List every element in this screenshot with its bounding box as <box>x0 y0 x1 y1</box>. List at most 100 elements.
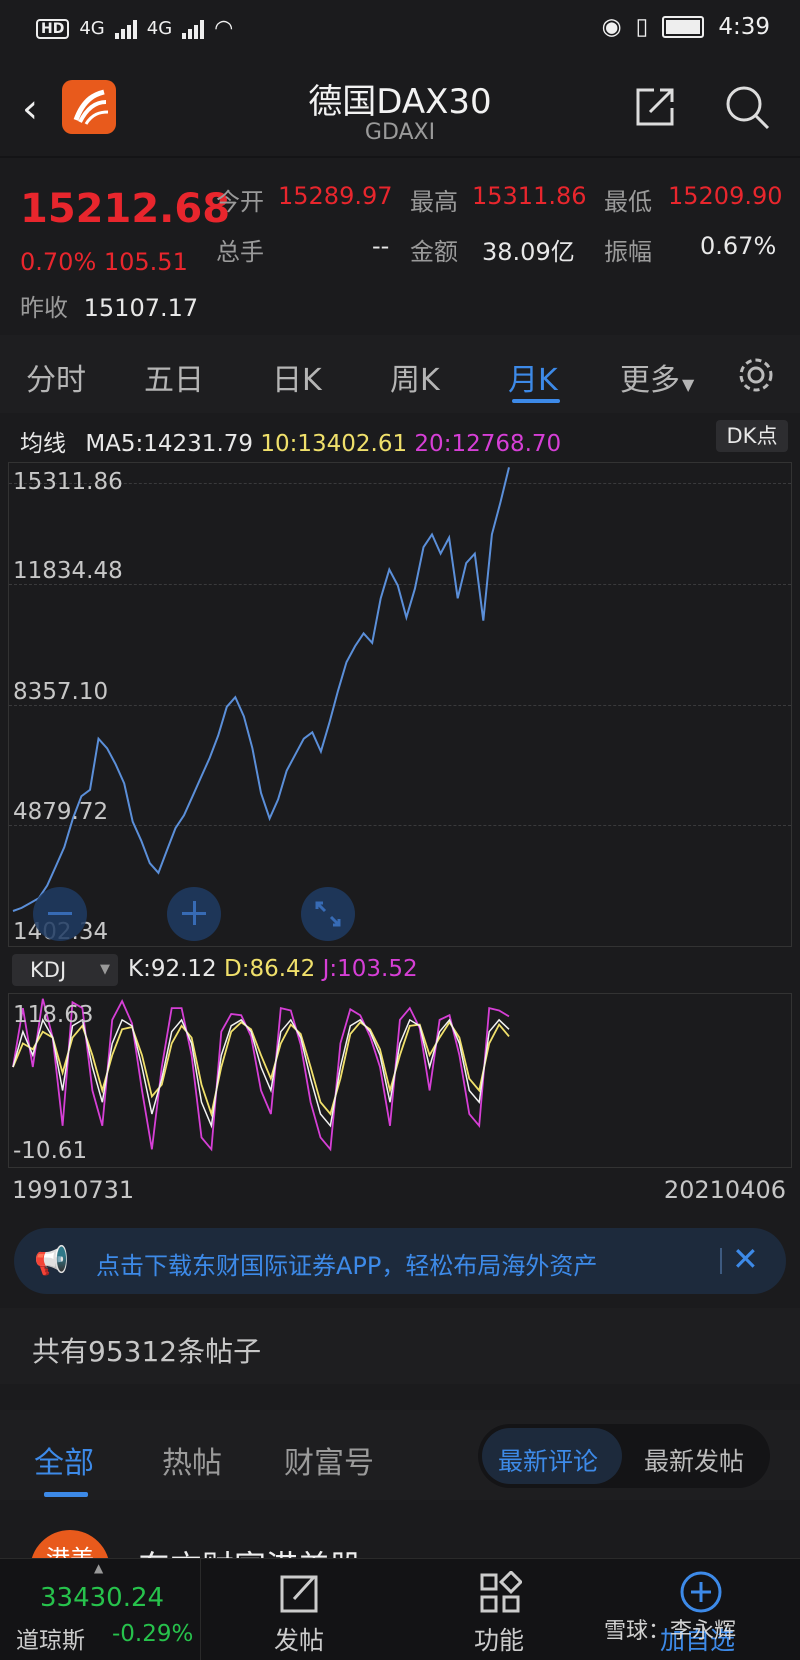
plus-icon-vertical <box>193 901 196 925</box>
banner-divider <box>720 1248 722 1274</box>
caret-up-icon: ▲ <box>94 1561 104 1575</box>
index-value: 33430.24 <box>40 1583 165 1613</box>
ma-label: 均线 <box>20 431 66 457</box>
y-tick: 15311.86 <box>13 469 123 495</box>
indicator-selector-label: KDJ <box>30 958 67 982</box>
post-tab-indicator <box>44 1492 88 1497</box>
clock: 4:39 <box>718 14 770 40</box>
battery-icon <box>662 16 705 38</box>
wifi-icon: ◠ <box>214 16 234 41</box>
active-tab-indicator <box>512 399 560 403</box>
tab-intraday[interactable]: 分时 <box>26 355 86 399</box>
kdj-top-tick: 118.63 <box>13 1002 94 1028</box>
download-banner[interactable]: 📢 点击下载东财国际证券APP，轻松布局海外资产 ✕ <box>14 1228 786 1294</box>
index-ticker[interactable]: ▲ 33430.24 道琼斯 -0.29% <box>0 1559 200 1660</box>
post-button[interactable]: 发帖 <box>250 1559 350 1660</box>
signal-icon <box>114 19 137 39</box>
kdj-bottom-tick: -10.61 <box>13 1138 88 1164</box>
prev-close-value: 15107.17 <box>83 294 199 322</box>
tab-wealth[interactable]: 财富号 <box>284 1438 374 1482</box>
grid-icon <box>480 1571 522 1613</box>
tab-monthly-k[interactable]: 月K <box>508 355 558 399</box>
banner-text: 点击下载东财国际证券APP，轻松布局海外资产 <box>96 1252 598 1280</box>
y-tick: 11834.48 <box>13 558 123 584</box>
post-tabs: 全部 热帖 财富号 最新评论 最新发帖 <box>0 1410 800 1500</box>
caret-down-icon: ▼ <box>682 375 695 394</box>
functions-label: 功能 <box>474 1626 525 1655</box>
period-tabs: 分时 五日 日K 周K 月K 更多 ▼ <box>0 335 800 413</box>
network-type-2: 4G <box>146 18 173 39</box>
edit-icon <box>280 1575 318 1613</box>
signal-icon-2 <box>182 19 205 39</box>
amount-value: 38.09亿 <box>482 238 575 266</box>
fullscreen-button[interactable] <box>301 887 355 941</box>
search-icon[interactable] <box>724 84 772 132</box>
ma-legend: 均线 MA5:14231.79 10:13402.61 20:12768.70 <box>20 424 561 458</box>
feed-item[interactable]: 港美 东方财富港美股 <box>0 1504 800 1564</box>
k-value: K:92.12 <box>128 956 217 982</box>
start-date: 19910731 <box>12 1176 135 1204</box>
footer-divider <box>200 1559 201 1660</box>
kdj-k-line <box>12 1017 510 1129</box>
kdj-lines-svg <box>12 998 510 1152</box>
low-label: 最低 <box>604 188 652 216</box>
amp-value: 0.67% <box>700 232 777 260</box>
ma20-value: 20:12768.70 <box>414 431 562 457</box>
tab-five-day[interactable]: 五日 <box>144 355 204 399</box>
amp-label: 振幅 <box>604 238 652 266</box>
end-date: 20210406 <box>663 1176 786 1204</box>
share-icon[interactable] <box>634 86 674 126</box>
tab-weekly-k[interactable]: 周K <box>390 355 440 399</box>
eye-icon: ◉ <box>601 14 622 40</box>
zoom-in-button[interactable] <box>167 887 221 941</box>
y-tick: 8357.10 <box>13 679 109 705</box>
tab-daily-k[interactable]: 日K <box>272 355 322 399</box>
prev-close-label: 昨收 <box>20 294 68 322</box>
ma5-value: MA5:14231.79 <box>85 431 254 457</box>
status-bar: HD 4G 4G ◠ ◉ ▯ 4:39 <box>0 0 800 60</box>
settings-icon[interactable] <box>736 355 776 399</box>
price-line-svg <box>12 467 510 912</box>
expand-icon <box>315 901 341 927</box>
high-label: 最高 <box>410 188 458 216</box>
volume-label: 总手 <box>216 238 264 266</box>
high-value: 15311.86 <box>472 182 587 210</box>
kdj-chart: 118.63 -10.61 <box>8 993 792 1168</box>
index-name: 道琼斯 <box>16 1628 85 1654</box>
low-value: 15209.90 <box>668 182 783 210</box>
dk-point-button[interactable]: DK点 <box>716 420 788 452</box>
open-label: 今开 <box>216 188 264 216</box>
current-price: 15212.68 <box>20 186 231 232</box>
price-change: 0.70% 105.51 <box>20 248 188 276</box>
caret-down-icon: ▼ <box>100 962 110 977</box>
price-chart: 15311.86 11834.48 8357.10 4879.72 1402.3… <box>8 462 792 947</box>
functions-button[interactable]: 功能 <box>450 1559 550 1660</box>
prev-close: 昨收 15107.17 <box>20 288 198 323</box>
divider <box>0 156 800 158</box>
posts-count: 共有95312条帖子 <box>32 1335 262 1368</box>
tab-all[interactable]: 全部 <box>34 1438 94 1482</box>
y-tick: 4879.72 <box>13 799 109 825</box>
top-header: ‹ 德国DAX30 GDAXI <box>0 60 800 155</box>
zoom-out-button[interactable] <box>33 887 87 941</box>
quote-panel: 15212.68 0.70% 105.51 昨收 15107.17 今开 152… <box>0 160 800 323</box>
d-value: D:86.42 <box>224 956 316 982</box>
watermark: 雪球：李永辉 <box>604 1619 737 1644</box>
j-value: J:103.52 <box>322 956 418 982</box>
amount-label: 金额 <box>410 238 458 266</box>
vibrate-icon: ▯ <box>635 14 649 40</box>
sort-latest-comment-label: 最新评论 <box>498 1447 599 1476</box>
sort-toggle: 最新评论 最新发帖 <box>478 1424 770 1488</box>
indicator-selector[interactable]: KDJ ▼ <box>12 954 118 986</box>
hd-icon: HD <box>36 18 70 39</box>
minus-icon <box>48 912 72 915</box>
tab-hot[interactable]: 热帖 <box>162 1438 222 1482</box>
ma10-value: 10:13402.61 <box>260 431 408 457</box>
post-button-label: 发帖 <box>274 1626 325 1655</box>
network-type: 4G <box>79 18 105 39</box>
close-icon[interactable]: ✕ <box>732 1240 759 1278</box>
tab-more[interactable]: 更多 ▼ <box>620 355 694 399</box>
sort-latest-post[interactable]: 最新发帖 <box>644 1442 744 1478</box>
sort-latest-comment[interactable]: 最新评论 <box>482 1428 622 1484</box>
kdj-legend: K:92.12 D:86.42 J:103.52 <box>128 956 418 982</box>
